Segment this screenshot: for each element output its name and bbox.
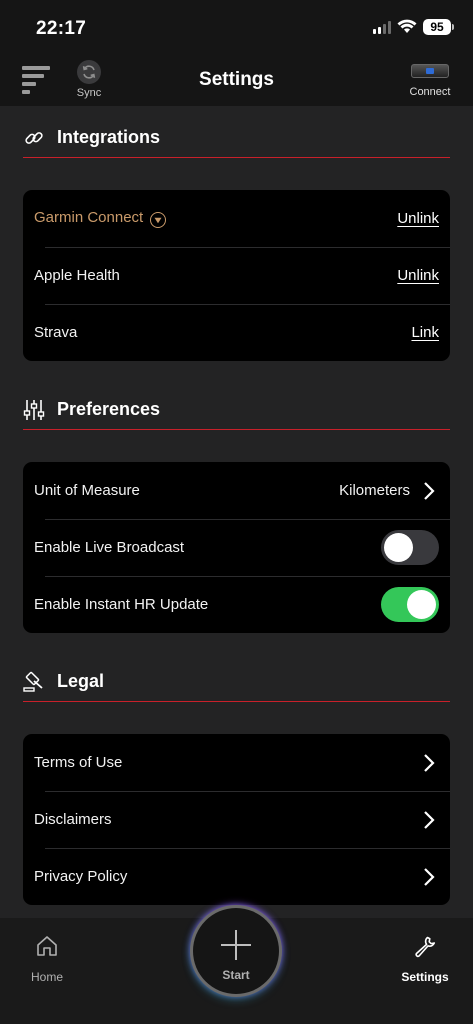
disclaimers-row[interactable]: Disclaimers <box>23 791 450 848</box>
home-icon <box>7 932 87 960</box>
status-time: 22:17 <box>36 18 87 39</box>
privacy-policy-label: Privacy Policy <box>34 868 128 885</box>
apple-health-unlink-button[interactable]: Unlink <box>397 267 439 284</box>
plus-icon <box>221 930 251 960</box>
chevron-right-icon <box>422 809 436 831</box>
unit-of-measure-row[interactable]: Unit of Measure Kilometers <box>23 462 450 519</box>
tab-home-label: Home <box>30 970 63 984</box>
preferences-title: Preferences <box>57 399 161 419</box>
legal-card: Terms of Use Disclaimers Privacy Policy <box>23 734 450 905</box>
live-broadcast-row: Enable Live Broadcast <box>23 519 450 576</box>
gavel-icon <box>23 671 45 693</box>
tab-settings-label: Settings <box>401 970 449 984</box>
preferences-card: Unit of Measure Kilometers Enable Live B… <box>23 462 450 633</box>
cellular-signal-icon <box>373 21 391 34</box>
battery-nub <box>452 24 454 30</box>
instant-hr-label: Enable Instant HR Update <box>34 596 209 613</box>
integration-row-garmin: Garmin Connect Unlink <box>23 190 450 247</box>
unit-of-measure-value: Kilometers <box>339 482 410 499</box>
garmin-unlink-button[interactable]: Unlink <box>397 210 439 227</box>
watch-device-icon <box>411 64 449 78</box>
preferences-section-header: Preferences <box>23 390 450 430</box>
live-broadcast-toggle[interactable] <box>381 530 439 565</box>
legal-section-header: Legal <box>23 662 450 702</box>
instant-hr-toggle[interactable] <box>381 587 439 622</box>
live-broadcast-label: Enable Live Broadcast <box>34 539 185 556</box>
connect-button[interactable]: Connect <box>404 64 456 98</box>
garmin-connect-label: Garmin Connect <box>34 209 397 229</box>
chevron-right-icon <box>422 752 436 774</box>
privacy-policy-row[interactable]: Privacy Policy <box>23 848 450 905</box>
connect-label: Connect <box>409 86 451 98</box>
legal-title: Legal <box>57 671 105 691</box>
battery-icon: 95 <box>423 19 451 35</box>
top-bar: 22:17 95 Sync Settings Connect <box>0 0 473 106</box>
start-button[interactable]: Start <box>193 908 279 994</box>
disclaimers-label: Disclaimers <box>34 811 112 828</box>
integrations-section-header: Integrations <box>23 118 450 158</box>
terms-of-use-label: Terms of Use <box>34 754 123 771</box>
strava-label: Strava <box>34 324 78 341</box>
integrations-card: Garmin Connect Unlink Apple Health Unlin… <box>23 190 450 361</box>
wifi-icon <box>397 19 417 33</box>
chevron-right-icon <box>422 480 436 502</box>
link-icon <box>23 127 45 149</box>
terms-of-use-row[interactable]: Terms of Use <box>23 734 450 791</box>
sliders-icon <box>23 399 45 421</box>
tab-settings[interactable]: Settings <box>385 932 465 984</box>
chevron-right-icon <box>422 866 436 888</box>
page-title: Settings <box>199 69 274 90</box>
settings-screen: 22:17 95 Sync Settings Connect Integrati… <box>0 0 473 1024</box>
tab-home[interactable]: Home <box>7 932 87 984</box>
integration-row-apple-health: Apple Health Unlink <box>23 247 450 304</box>
instant-hr-row: Enable Instant HR Update <box>23 576 450 633</box>
apple-health-label: Apple Health <box>34 267 120 284</box>
garmin-triangle-icon <box>150 212 167 229</box>
strava-link-button[interactable]: Link <box>411 324 439 341</box>
integration-row-strava: Strava Link <box>23 304 450 361</box>
integrations-title: Integrations <box>57 127 161 147</box>
unit-of-measure-label: Unit of Measure <box>34 482 140 499</box>
start-label: Start <box>222 968 250 982</box>
wrench-icon <box>385 932 465 960</box>
